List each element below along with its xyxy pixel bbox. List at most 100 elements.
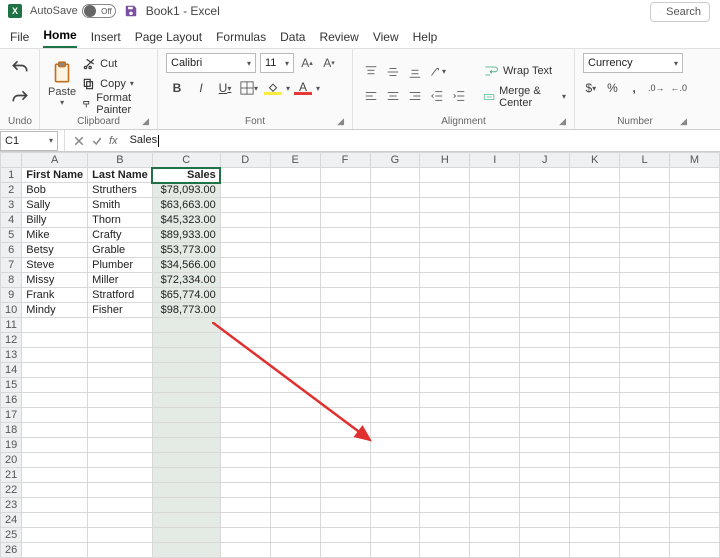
cell[interactable]: [270, 453, 320, 468]
row-header[interactable]: 6: [1, 243, 22, 258]
cell[interactable]: [220, 453, 270, 468]
cell[interactable]: [152, 543, 220, 558]
cell[interactable]: [470, 393, 520, 408]
cell[interactable]: [220, 318, 270, 333]
cell[interactable]: [620, 483, 670, 498]
cell[interactable]: $89,933.00: [152, 228, 220, 243]
cell[interactable]: [220, 378, 270, 393]
cell[interactable]: [520, 258, 570, 273]
column-header[interactable]: G: [370, 153, 420, 168]
search-box[interactable]: Search: [650, 2, 710, 22]
cell[interactable]: [220, 468, 270, 483]
bold-button[interactable]: B: [166, 77, 188, 99]
column-header[interactable]: K: [570, 153, 620, 168]
cell[interactable]: [270, 393, 320, 408]
cell[interactable]: [470, 243, 520, 258]
cell[interactable]: [570, 528, 620, 543]
cell[interactable]: [88, 453, 153, 468]
cell[interactable]: [220, 288, 270, 303]
cell[interactable]: [152, 468, 220, 483]
cell[interactable]: [570, 393, 620, 408]
cell[interactable]: [620, 438, 670, 453]
cell[interactable]: [420, 498, 470, 513]
cell[interactable]: [520, 243, 570, 258]
cell[interactable]: Sally: [22, 198, 88, 213]
cell[interactable]: Crafty: [88, 228, 153, 243]
cell[interactable]: [520, 393, 570, 408]
column-header[interactable]: J: [520, 153, 570, 168]
cell[interactable]: [220, 258, 270, 273]
row-header[interactable]: 8: [1, 273, 22, 288]
row-header[interactable]: 9: [1, 288, 22, 303]
cell[interactable]: [570, 198, 620, 213]
cell[interactable]: Missy: [22, 273, 88, 288]
tab-file[interactable]: File: [10, 28, 29, 48]
cell[interactable]: [370, 303, 420, 318]
cell[interactable]: [22, 498, 88, 513]
cell[interactable]: [270, 348, 320, 363]
cell[interactable]: [420, 453, 470, 468]
cell[interactable]: Billy: [22, 213, 88, 228]
cell[interactable]: [470, 348, 520, 363]
align-center-button[interactable]: [383, 86, 403, 106]
cell[interactable]: Last Name: [88, 168, 153, 183]
cell[interactable]: [520, 363, 570, 378]
cell[interactable]: [270, 513, 320, 528]
row-header[interactable]: 18: [1, 423, 22, 438]
tab-home[interactable]: Home: [43, 26, 76, 48]
column-header[interactable]: F: [320, 153, 370, 168]
cell[interactable]: $63,663.00: [152, 198, 220, 213]
cell[interactable]: [420, 423, 470, 438]
cell[interactable]: [520, 183, 570, 198]
cell[interactable]: [420, 213, 470, 228]
cell[interactable]: [520, 288, 570, 303]
cell[interactable]: [470, 543, 520, 558]
cell[interactable]: [88, 513, 153, 528]
row-header[interactable]: 4: [1, 213, 22, 228]
row-header[interactable]: 7: [1, 258, 22, 273]
cell[interactable]: [370, 168, 420, 183]
accounting-format-button[interactable]: $ ▾: [583, 77, 599, 99]
cell[interactable]: [420, 168, 470, 183]
cell[interactable]: [670, 183, 720, 198]
cell[interactable]: [670, 273, 720, 288]
cell[interactable]: [22, 333, 88, 348]
cell[interactable]: [220, 543, 270, 558]
cell[interactable]: [220, 273, 270, 288]
decrease-decimal-button[interactable]: ←.0: [670, 77, 687, 99]
column-header[interactable]: A: [22, 153, 88, 168]
cell[interactable]: [88, 498, 153, 513]
align-right-button[interactable]: [405, 86, 425, 106]
align-left-button[interactable]: [361, 86, 381, 106]
cell[interactable]: [520, 303, 570, 318]
cell[interactable]: [620, 288, 670, 303]
cell[interactable]: [152, 333, 220, 348]
cell[interactable]: [220, 498, 270, 513]
copy-button[interactable]: Copy▾: [82, 75, 149, 93]
cell[interactable]: [570, 408, 620, 423]
cell[interactable]: [370, 213, 420, 228]
tab-page-layout[interactable]: Page Layout: [135, 28, 202, 48]
cell[interactable]: [470, 168, 520, 183]
cell[interactable]: [370, 243, 420, 258]
cell[interactable]: [520, 438, 570, 453]
cell[interactable]: [88, 408, 153, 423]
cell[interactable]: [220, 393, 270, 408]
name-box[interactable]: C1▾: [0, 131, 58, 151]
cell[interactable]: [88, 348, 153, 363]
cell[interactable]: Miller: [88, 273, 153, 288]
select-all-corner[interactable]: [1, 153, 22, 168]
cell[interactable]: [152, 438, 220, 453]
row-header[interactable]: 13: [1, 348, 22, 363]
cell[interactable]: [270, 303, 320, 318]
cell[interactable]: [570, 183, 620, 198]
cell[interactable]: [620, 498, 670, 513]
cell[interactable]: Bob: [22, 183, 88, 198]
row-header[interactable]: 23: [1, 498, 22, 513]
cell[interactable]: [22, 468, 88, 483]
cell[interactable]: [270, 543, 320, 558]
row-header[interactable]: 22: [1, 483, 22, 498]
undo-button[interactable]: [5, 53, 35, 83]
row-header[interactable]: 1: [1, 168, 22, 183]
cell[interactable]: [220, 303, 270, 318]
